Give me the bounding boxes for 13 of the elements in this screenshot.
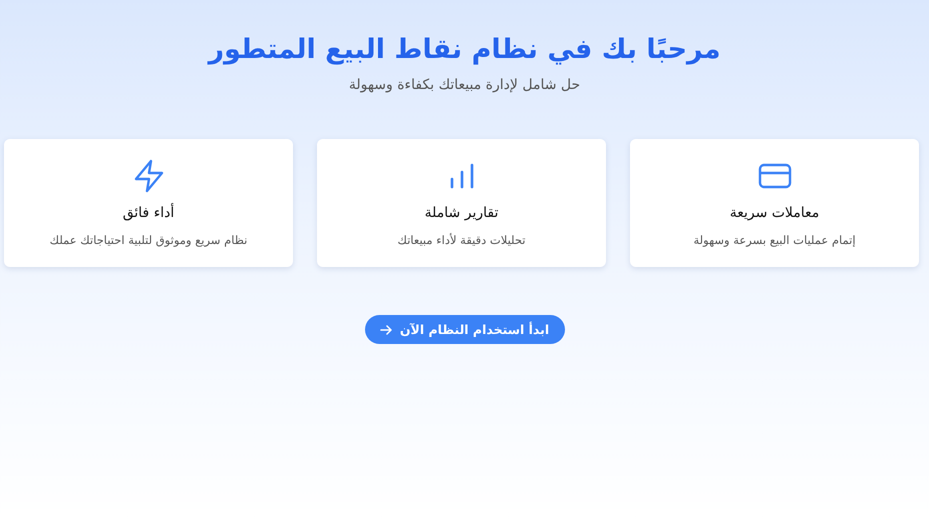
card-description: تحليلات دقيقة لأداء مبيعاتك (398, 233, 526, 247)
card-description: إتمام عمليات البيع بسرعة وسهولة (693, 233, 856, 247)
arrow-right-icon (380, 324, 392, 334)
lightning-icon (132, 159, 164, 193)
bar-chart-icon (448, 163, 474, 189)
card-title: معاملات سريعة (730, 205, 820, 221)
start-button[interactable]: ابدأ استخدام النظام الآن (364, 315, 564, 344)
page-subtitle: حل شامل لإدارة مبيعاتك بكفاءة وسهولة (348, 77, 582, 93)
credit-card-icon (758, 163, 792, 189)
card-description: نظام سريع وموثوق لتلبية احتياجاتك عملك (50, 233, 248, 247)
card-title: تقارير شاملة (424, 205, 498, 221)
page-title: مرحبًا بك في نظام نقاط البيع المتطور (206, 34, 722, 65)
card-title: أداء فائق (122, 205, 174, 221)
